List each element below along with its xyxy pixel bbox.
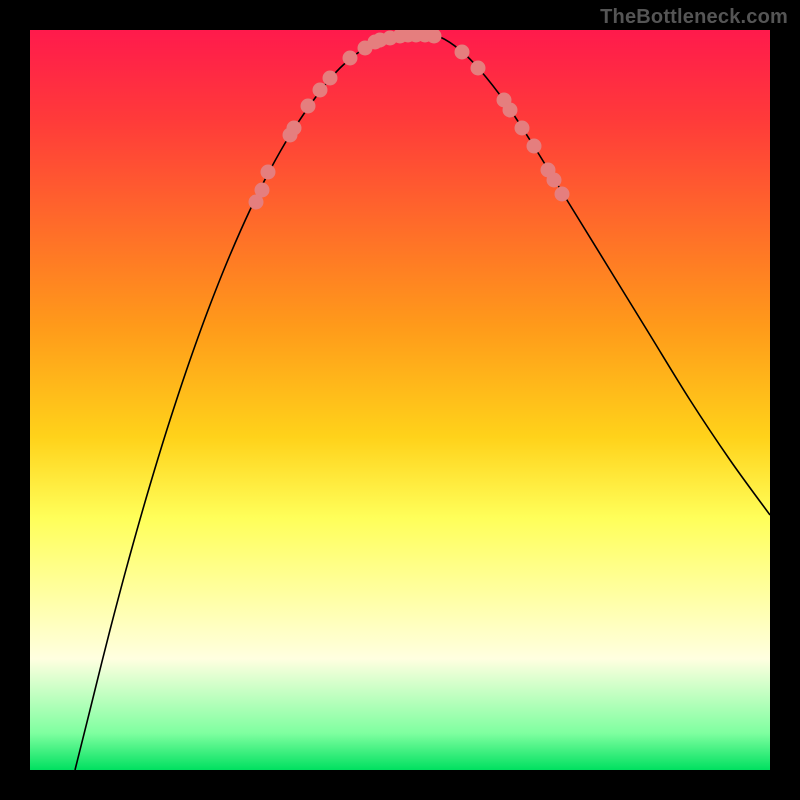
data-marker [343, 51, 358, 66]
data-marker [287, 121, 302, 136]
data-marker [527, 139, 542, 154]
watermark-text: TheBottleneck.com [600, 6, 788, 29]
data-marker [255, 183, 270, 198]
bottleneck-curve [75, 35, 770, 770]
chart-overlay [30, 30, 770, 770]
data-marker [261, 165, 276, 180]
data-marker [555, 187, 570, 202]
data-marker [515, 121, 530, 136]
data-marker [323, 71, 338, 86]
chart-frame: TheBottleneck.com [0, 0, 800, 800]
data-marker [455, 45, 470, 60]
data-marker [301, 99, 316, 114]
data-marker [547, 173, 562, 188]
plot-area [30, 30, 770, 770]
marker-group [249, 30, 570, 210]
data-marker [471, 61, 486, 76]
data-marker [313, 83, 328, 98]
data-marker [503, 103, 518, 118]
